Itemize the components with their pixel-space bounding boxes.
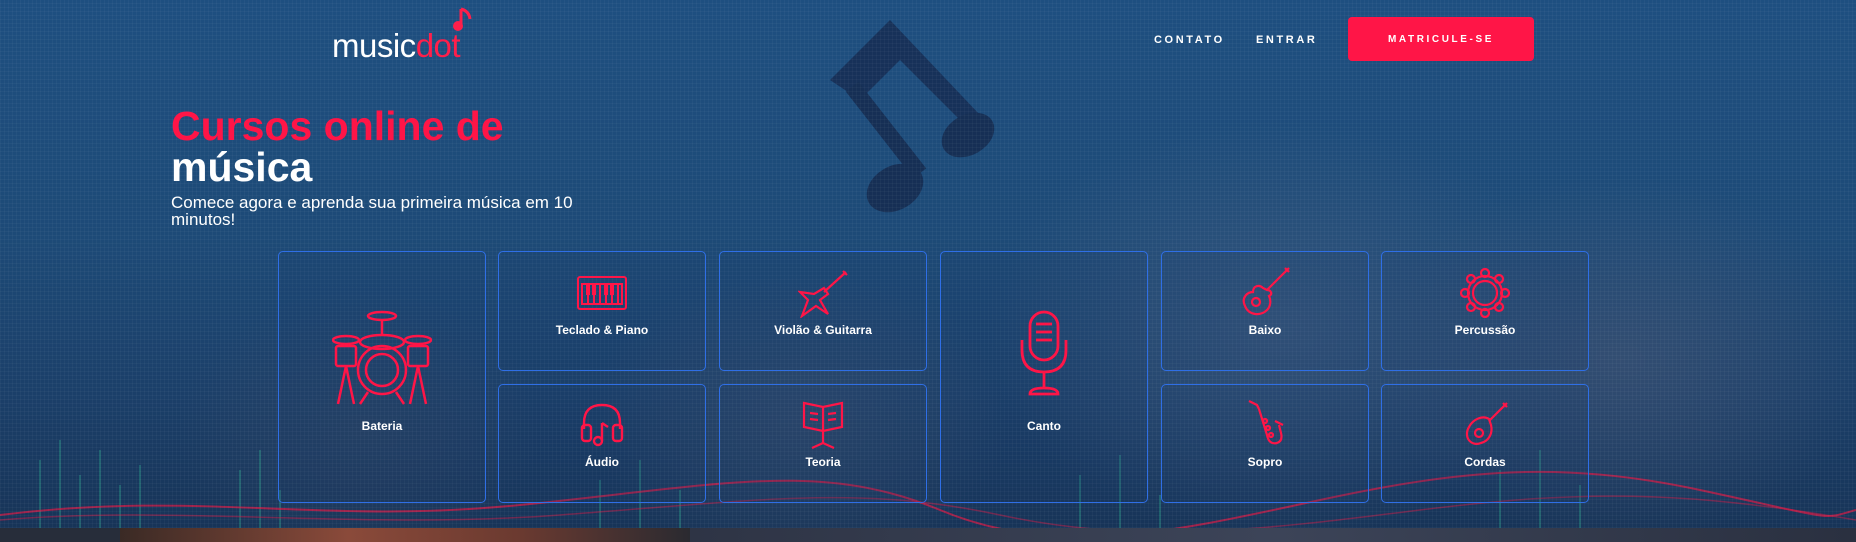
headphones-icon: [580, 401, 624, 447]
course-card-cordas[interactable]: Cordas: [1381, 384, 1589, 503]
course-label: Bateria: [361, 419, 403, 433]
matricule-se-button[interactable]: MATRICULE-SE: [1348, 17, 1534, 61]
musicdot-logo[interactable]: music dot: [332, 22, 460, 62]
course-label: Sopro: [1247, 455, 1283, 469]
hero-subtitle: Comece agora e aprenda sua primeira músi…: [171, 193, 573, 229]
course-card-teoria[interactable]: Teoria: [719, 384, 927, 503]
saxophone-icon: [1245, 399, 1285, 451]
nav-contato-link[interactable]: CONTATO: [1154, 34, 1225, 46]
course-card-percussao[interactable]: Percussão: [1381, 251, 1589, 371]
course-label: Percussão: [1454, 323, 1516, 337]
hero-title-line2: música: [171, 144, 313, 190]
keyboard-icon: [577, 276, 627, 310]
course-card-teclado-piano[interactable]: Teclado & Piano: [498, 251, 706, 371]
logo-note-icon: [452, 7, 474, 31]
course-card-baixo[interactable]: Baixo: [1161, 251, 1369, 371]
course-label: Violão & Guitarra: [774, 323, 872, 337]
nav-entrar-link[interactable]: ENTRAR: [1256, 34, 1317, 46]
course-label: Áudio: [585, 455, 619, 469]
course-label: Teoria: [805, 455, 841, 469]
hero-title-line1: Cursos online de: [171, 103, 504, 149]
course-label: Baixo: [1248, 323, 1282, 337]
music-stand-icon: [802, 401, 844, 449]
logo-text-music: music: [332, 27, 416, 64]
microphone-icon: [1016, 310, 1072, 398]
course-card-sopro[interactable]: Sopro: [1161, 384, 1369, 503]
drum-kit-icon: [332, 310, 432, 406]
tambourine-icon: [1460, 268, 1510, 318]
next-section-preview: [0, 528, 1856, 542]
music-note-decoration: [830, 20, 995, 213]
course-label: Teclado & Piano: [555, 323, 649, 337]
preview-image-left: [120, 528, 690, 542]
logo-text-dot: dot: [416, 29, 460, 62]
course-label: Cordas: [1464, 455, 1506, 469]
course-label: Canto: [1027, 419, 1061, 433]
course-card-bateria[interactable]: Bateria: [278, 251, 486, 503]
preview-image-right: [690, 528, 1856, 542]
electric-guitar-icon: [798, 270, 848, 318]
bass-guitar-icon: [1239, 266, 1291, 318]
course-card-canto[interactable]: Canto: [940, 251, 1148, 503]
course-card-audio[interactable]: Áudio: [498, 384, 706, 503]
course-card-violao-guitarra[interactable]: Violão & Guitarra: [719, 251, 927, 371]
mandolin-icon: [1461, 401, 1509, 449]
